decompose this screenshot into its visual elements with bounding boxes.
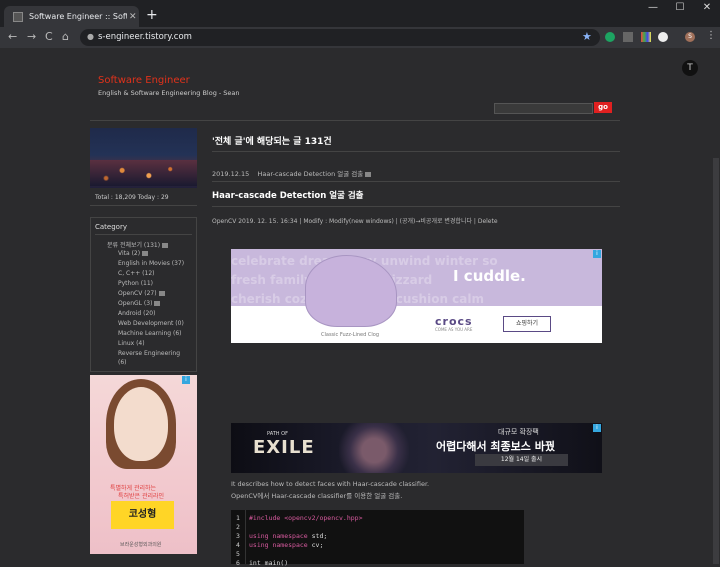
ad-info-icon[interactable]: i <box>593 424 601 432</box>
page-title: '전체 글'에 해당되는 글 131건 <box>212 137 332 147</box>
ad-background-words: celebrate dream cozy unwind winter so fr… <box>231 254 498 306</box>
sidebar-divider <box>90 205 197 206</box>
post-link[interactable]: Haar-cascade Detection 얼굴 검출 <box>257 170 363 178</box>
header-divider <box>90 120 620 121</box>
code-block: 1 2 3 4 5 6 #include <opencv2/opencv.hpp… <box>231 510 524 567</box>
browser-tab[interactable]: Software Engineer :: Software E ✕ <box>4 6 139 27</box>
maximize-button[interactable]: ☐ <box>667 2 693 13</box>
ad-info-icon[interactable]: i <box>182 376 190 384</box>
extension-color-icon[interactable] <box>641 32 651 42</box>
post-list-item[interactable]: 2019.12.15 Haar-cascade Detection 얼굴 검출 <box>212 168 372 178</box>
category-item[interactable]: OpenCV (27) <box>118 290 165 297</box>
top-button[interactable]: T <box>682 60 698 76</box>
tab-bar: Software Engineer :: Software E ✕ + — ☐ … <box>0 0 720 27</box>
line-number: 6 <box>236 559 240 567</box>
site-subtitle: English & Software Engineering Blog - Se… <box>98 89 240 97</box>
category-item[interactable]: Reverse Engineering <box>118 350 180 357</box>
post-description-en: It describes how to detect faces with Ha… <box>231 480 430 488</box>
ad-cta-button[interactable]: 코성형 <box>111 501 174 529</box>
back-icon[interactable]: ← <box>8 30 17 43</box>
category-item[interactable]: Android (20) <box>118 310 155 317</box>
category-item[interactable]: Linux (4) <box>118 340 145 347</box>
category-item[interactable]: Python (11) <box>118 280 153 287</box>
close-window-button[interactable]: ✕ <box>694 2 720 13</box>
new-badge-icon <box>158 291 165 296</box>
category-item[interactable]: (6) <box>118 359 127 366</box>
code-line: int main() <box>249 559 289 567</box>
new-badge-icon <box>162 243 169 248</box>
search-input[interactable] <box>494 103 593 114</box>
scrollbar-thumb[interactable] <box>713 158 719 564</box>
forward-icon[interactable]: → <box>27 30 36 43</box>
category-item[interactable]: Vita (2) <box>118 250 149 257</box>
title-divider <box>212 151 620 152</box>
poe-line1: 대규모 확장팩 <box>498 428 539 436</box>
ad-info-icon[interactable]: i <box>593 250 601 258</box>
profile-avatar[interactable]: S <box>685 32 695 42</box>
post-title[interactable]: Haar-cascade Detection 얼굴 검출 <box>212 189 363 201</box>
crocs-ad-banner[interactable]: celebrate dream cozy unwind winter so fr… <box>231 249 602 343</box>
extension-grammarly-icon[interactable] <box>605 32 615 42</box>
category-item[interactable]: OpenGL (3) <box>118 300 161 307</box>
crocs-logo-tag: COME AS YOU ARE <box>435 327 473 332</box>
ad-tagline: I cuddle. <box>453 267 526 285</box>
visitor-counter: Total : 18,209 Today : 29 <box>95 194 169 201</box>
ad-caption: Classic Fuzz-Lined Clog <box>321 332 380 338</box>
bookmark-star-icon[interactable]: ★ <box>582 30 592 43</box>
browser-toolbar: ← → C ⌂ ● s-engineer.tistory.com ★ S ⋮ <box>0 27 720 48</box>
ad-subheadline: 특허받은 관리라인 <box>118 493 165 500</box>
extension-incognito-icon[interactable] <box>623 32 633 42</box>
reload-icon[interactable]: C <box>45 30 53 43</box>
home-icon[interactable]: ⌂ <box>62 30 69 43</box>
category-item[interactable]: English in Movies (37) <box>118 260 184 267</box>
category-title: Category <box>95 223 127 231</box>
category-divider <box>95 234 192 235</box>
search-button[interactable]: go <box>594 102 612 113</box>
tab-close-icon[interactable]: ✕ <box>129 12 137 22</box>
post-description-ko: OpenCV에서 Haar-cascade classifier를 이용한 얼굴… <box>231 492 403 500</box>
url-text: s-engineer.tistory.com <box>98 32 192 42</box>
new-tab-button[interactable]: + <box>146 7 158 23</box>
favicon-icon <box>13 11 23 22</box>
lock-icon: ● <box>87 32 94 41</box>
category-item[interactable]: C, C++ (12) <box>118 270 154 277</box>
poe-release-date: 12월 14일 출시 <box>475 454 568 466</box>
list-divider <box>212 181 620 182</box>
category-item[interactable]: Web Development (0) <box>118 320 184 327</box>
extension-globe-icon[interactable] <box>658 32 668 42</box>
ad-brand: 브라운성형외과의원 <box>120 542 162 548</box>
line-number: 2 <box>236 523 240 531</box>
sidebar-ad[interactable]: 특별하게 관리하는 특허받은 관리라인 코성형 브라운성형외과의원 i <box>90 375 197 554</box>
new-badge-icon <box>142 251 149 256</box>
category-item[interactable]: 분류 전체보기 (131) <box>107 240 169 249</box>
code-line: using namespace std; <box>249 532 328 540</box>
poe-logo: EXILE <box>253 437 315 458</box>
line-number: 1 <box>236 514 240 522</box>
post-divider <box>212 206 620 207</box>
profile-image <box>90 128 197 188</box>
site-title[interactable]: Software Engineer <box>98 75 190 86</box>
scrollbar[interactable] <box>711 48 720 564</box>
tab-title: Software Engineer :: Software E <box>29 12 127 21</box>
line-number: 4 <box>236 541 240 549</box>
poe-line2: 어렵다해서 최종보스 바꿨 <box>436 440 555 453</box>
line-number: 5 <box>236 550 240 558</box>
ad-model-face <box>114 387 168 461</box>
post-info[interactable]: OpenCV 2019. 12. 15. 16:34 | Modify : Mo… <box>212 216 498 225</box>
new-badge-icon <box>154 301 161 306</box>
minimize-button[interactable]: — <box>640 2 666 13</box>
post-date: 2019.12.15 <box>212 170 250 178</box>
new-badge-icon <box>365 171 372 177</box>
code-line: #include <opencv2/opencv.hpp> <box>249 514 363 522</box>
category-item[interactable]: Machine Learning (6) <box>118 330 181 337</box>
poe-character-art <box>339 423 409 473</box>
line-number: 3 <box>236 532 240 540</box>
poe-ad-banner[interactable]: PATH OF EXILE 대규모 확장팩 어렵다해서 최종보스 바꿨 12월 … <box>231 423 602 473</box>
code-line: using namespace cv; <box>249 541 324 549</box>
shop-button[interactable]: 쇼핑하기 <box>503 316 551 332</box>
browser-menu-icon[interactable]: ⋮ <box>706 30 716 41</box>
address-bar[interactable]: ● s-engineer.tistory.com <box>80 29 600 46</box>
